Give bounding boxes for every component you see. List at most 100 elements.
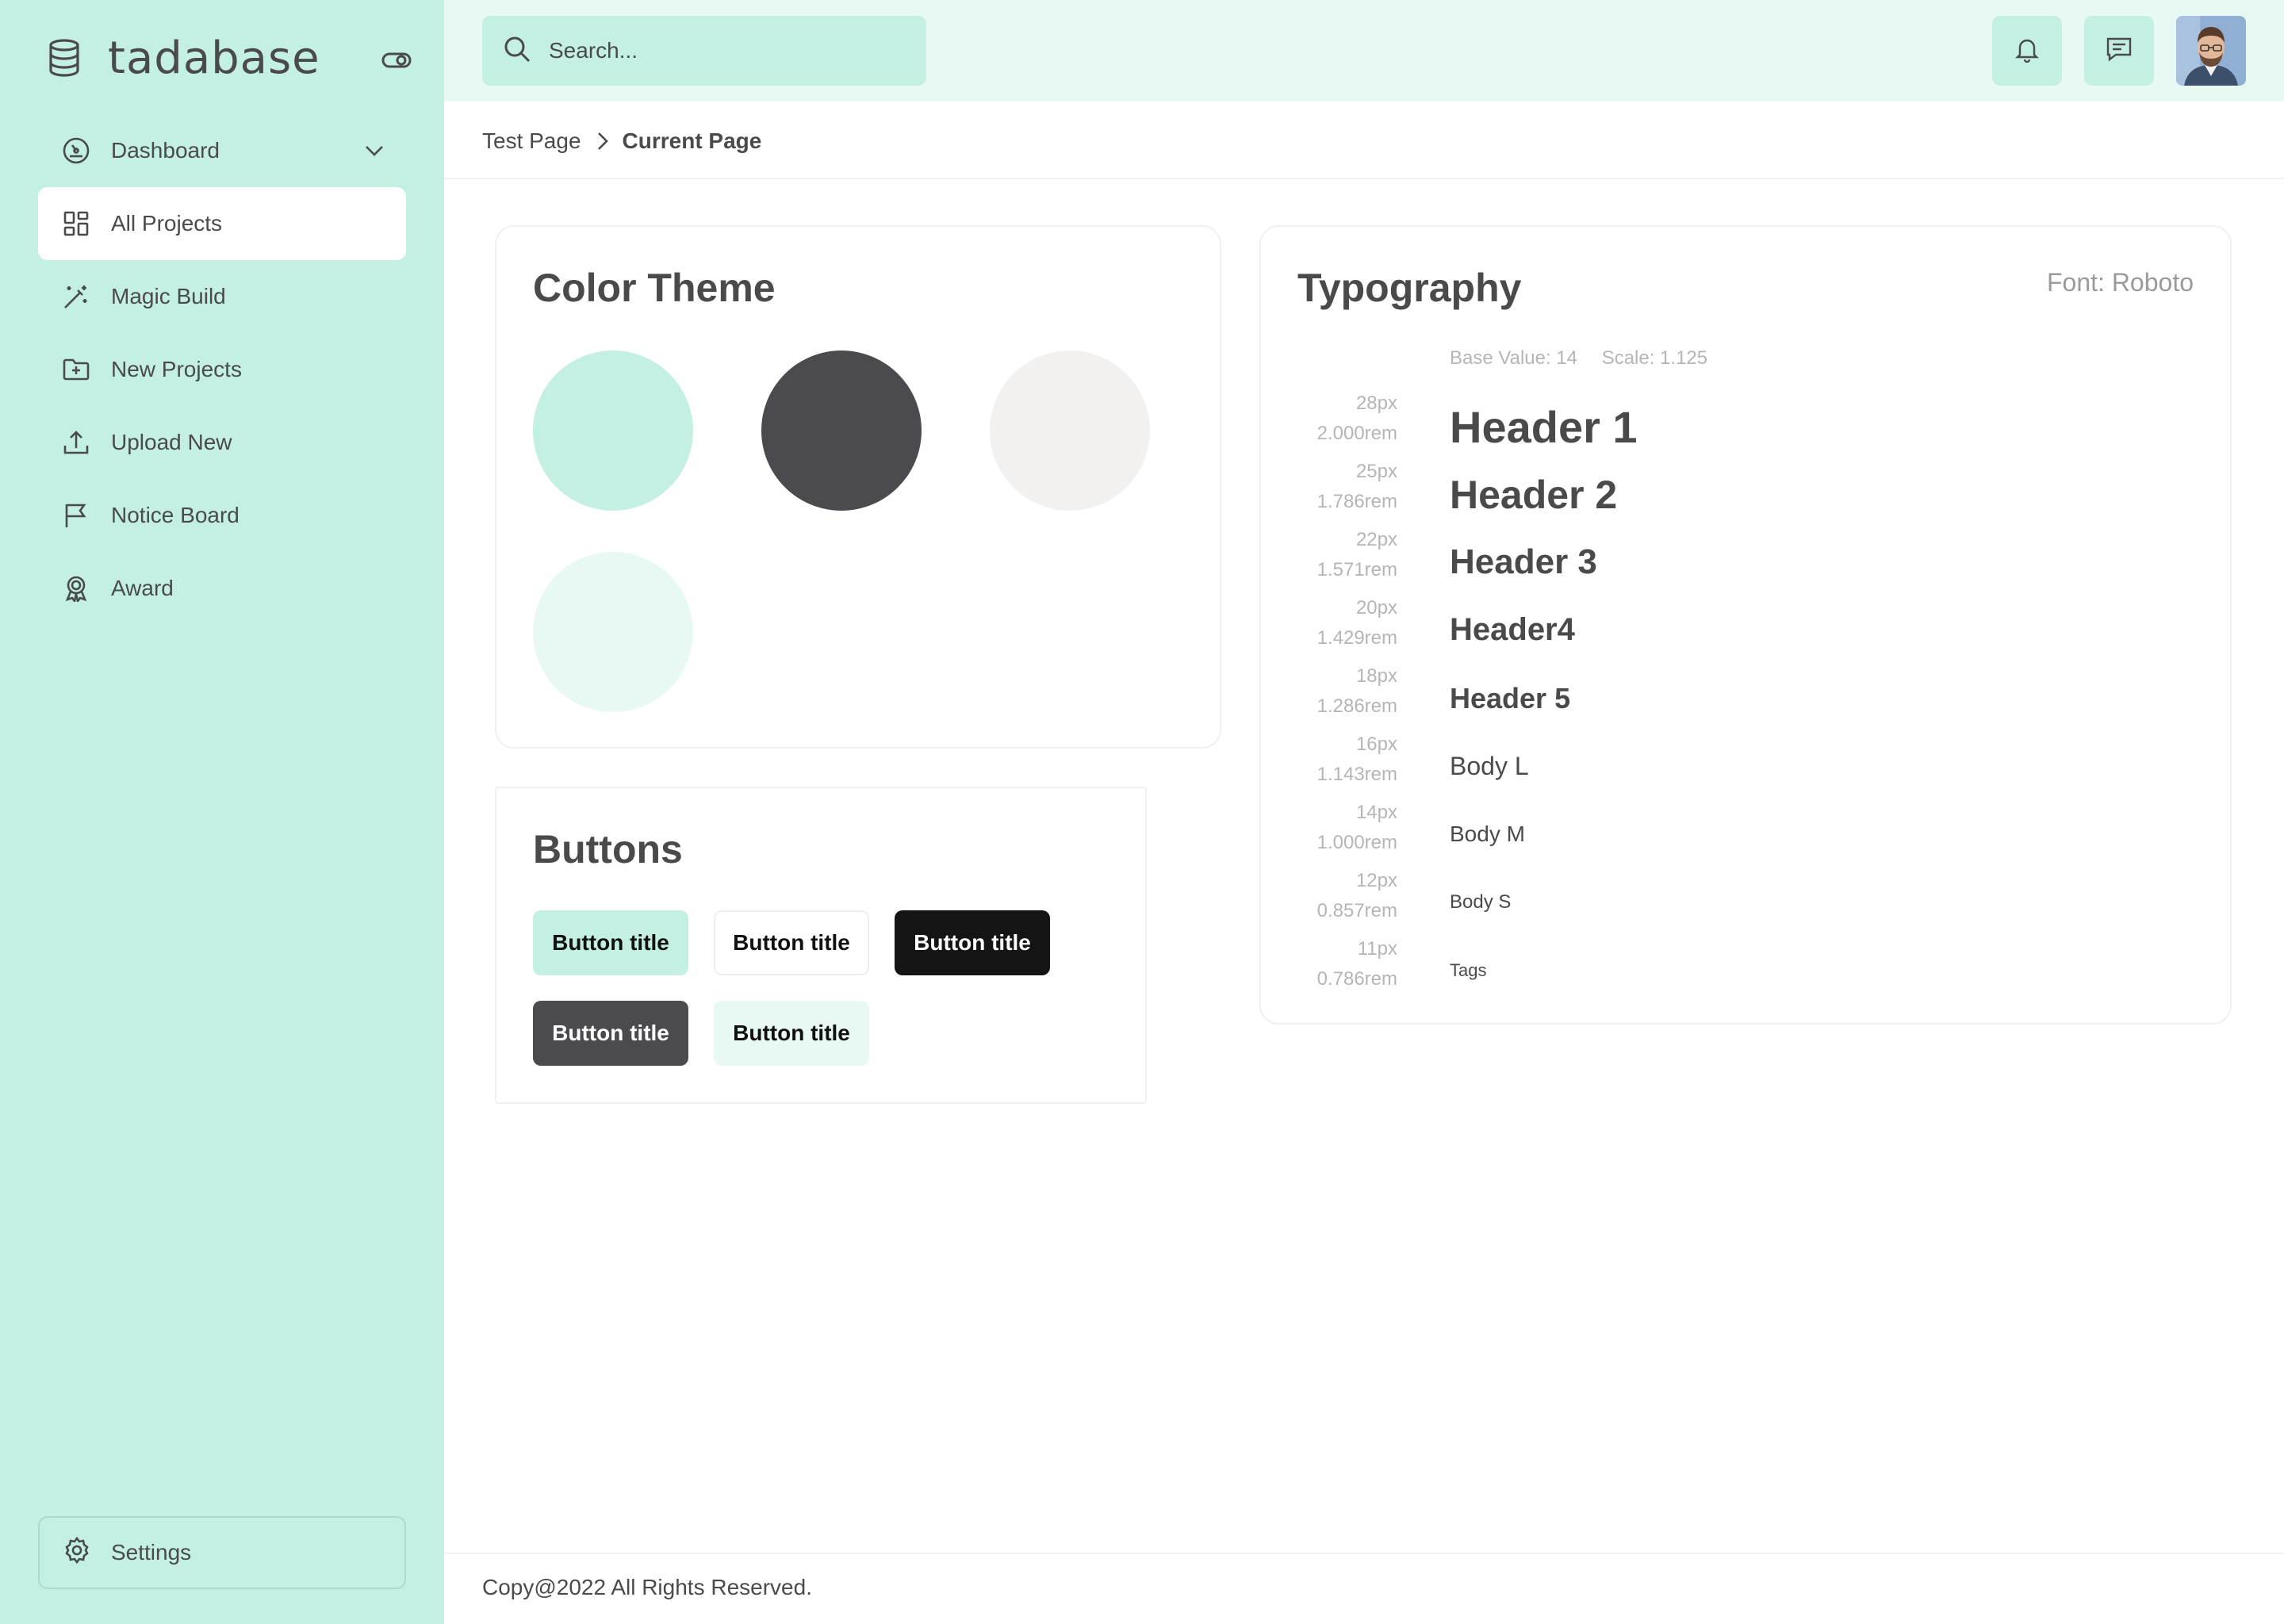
type-size-rem: 1.000rem <box>1316 832 1397 853</box>
button-light[interactable]: Button title <box>714 1001 869 1066</box>
gear-icon <box>63 1536 90 1569</box>
sidebar-item-label: Notice Board <box>111 503 240 527</box>
base-value: Base Value: 14 <box>1450 347 1578 369</box>
type-scale-row: 12px 0.857rem Body S <box>1261 866 2213 934</box>
sidebar-item-new-projects[interactable]: New Projects <box>38 333 406 406</box>
upload-icon <box>62 428 90 457</box>
type-sample: Header 3 <box>1450 542 1597 581</box>
divider <box>444 178 2284 179</box>
button-dark[interactable]: Button title <box>895 910 1050 975</box>
breadcrumb-current: Current Page <box>622 128 762 153</box>
sidebar-item-label: All Projects <box>111 211 223 236</box>
sidebar-item-label: Upload New <box>111 430 232 454</box>
app-name: tadabase <box>108 32 320 84</box>
sidebar-item-label: Award <box>111 576 174 600</box>
button-outline[interactable]: Button title <box>714 910 869 975</box>
type-sample: Header 2 <box>1450 473 1618 517</box>
breadcrumb: Test Page Current Page <box>482 125 761 157</box>
type-size-rem: 1.429rem <box>1316 627 1397 649</box>
type-size-px: 25px <box>1355 461 1397 482</box>
type-size-rem: 1.571rem <box>1316 559 1397 580</box>
type-sample: Body M <box>1450 822 1525 846</box>
type-size-rem: 1.143rem <box>1316 764 1397 785</box>
type-sample: Body L <box>1450 752 1529 780</box>
chat-icon <box>2106 36 2133 67</box>
type-size-px: 18px <box>1355 665 1397 687</box>
magic-wand-icon <box>62 282 90 311</box>
type-size-label: 16px 1.143rem <box>1261 730 1397 790</box>
sidebar-item-all-projects[interactable]: All Projects <box>38 187 406 260</box>
settings-button[interactable]: Settings <box>38 1516 406 1589</box>
notifications-button[interactable] <box>1992 16 2062 86</box>
type-size-px: 28px <box>1355 393 1397 414</box>
type-size-label: 22px 1.571rem <box>1261 525 1397 585</box>
sidebar-item-label: Dashboard <box>111 138 220 163</box>
award-icon <box>62 574 90 603</box>
type-sample: Header 1 <box>1450 402 1638 452</box>
type-size-px: 22px <box>1355 529 1397 550</box>
type-size-px: 20px <box>1355 597 1397 619</box>
type-scale-row: 22px 1.571rem Header 3 <box>1261 525 2213 593</box>
type-sample: Body S <box>1450 891 1512 913</box>
type-size-label: 12px 0.857rem <box>1261 866 1397 926</box>
search-bar[interactable] <box>482 16 926 86</box>
card-title: Buttons <box>533 827 683 871</box>
dashboard-gauge-icon <box>62 136 90 165</box>
sidebar-toggle-icon[interactable] <box>381 44 412 76</box>
folder-plus-icon <box>62 355 90 384</box>
color-theme-card: Color Theme <box>495 225 1221 749</box>
settings-label: Settings <box>111 1540 192 1565</box>
button-primary[interactable]: Button title <box>533 910 688 975</box>
type-size-label: 25px 1.786rem <box>1261 457 1397 517</box>
footer-text: Copy@2022 All Rights Reserved. <box>482 1575 812 1599</box>
buttons-card: Buttons Button title Button title Button… <box>495 787 1147 1104</box>
typography-card: Typography Font: Roboto Base Value: 14 S… <box>1259 225 2232 1025</box>
type-scale-row: 25px 1.786rem Header 2 <box>1261 457 2213 525</box>
button-secondary[interactable]: Button title <box>533 1001 688 1066</box>
color-swatch-2 <box>761 350 922 511</box>
type-size-rem: 0.857rem <box>1316 900 1397 921</box>
type-scale-row: 14px 1.000rem Body M <box>1261 798 2213 866</box>
type-size-px: 14px <box>1355 802 1397 823</box>
type-scale-row: 20px 1.429rem Header4 <box>1261 593 2213 661</box>
type-size-label: 14px 1.000rem <box>1261 798 1397 858</box>
type-size-label: 11px 0.786rem <box>1261 934 1397 994</box>
breadcrumb-parent[interactable]: Test Page <box>482 128 581 154</box>
chevron-down-icon[interactable] <box>362 138 387 163</box>
sidebar-item-dashboard[interactable]: Dashboard <box>38 114 406 187</box>
sidebar-item-upload-new[interactable]: Upload New <box>38 406 406 479</box>
logo[interactable]: tadabase <box>48 30 412 86</box>
database-icon <box>48 38 82 78</box>
type-sample: Tags <box>1450 960 1487 980</box>
type-scale-meta: Base Value: 14 Scale: 1.125 <box>1450 347 1726 370</box>
type-size-label: 18px 1.286rem <box>1261 661 1397 722</box>
search-icon <box>503 35 531 67</box>
bell-icon <box>2014 36 2041 67</box>
sidebar-item-award[interactable]: Award <box>38 552 406 625</box>
messages-button[interactable] <box>2084 16 2154 86</box>
type-size-label: 20px 1.429rem <box>1261 593 1397 653</box>
color-swatch-1 <box>533 350 693 511</box>
color-swatch-3 <box>990 350 1150 511</box>
top-bar <box>444 0 2284 102</box>
card-title: Typography <box>1297 266 1522 310</box>
type-size-rem: 0.786rem <box>1316 968 1397 990</box>
avatar[interactable] <box>2176 16 2246 86</box>
type-sample: Header4 <box>1450 612 1575 647</box>
type-size-rem: 1.786rem <box>1316 491 1397 512</box>
type-scale-row: 11px 0.786rem Tags <box>1261 934 2213 1002</box>
type-size-rem: 1.286rem <box>1316 695 1397 717</box>
card-title: Color Theme <box>533 266 776 310</box>
type-scale-row: 18px 1.286rem Header 5 <box>1261 661 2213 730</box>
sidebar-item-magic-build[interactable]: Magic Build <box>38 260 406 333</box>
type-scale-row: 28px 2.000rem Header 1 <box>1261 389 2213 457</box>
type-size-label: 28px 2.000rem <box>1261 389 1397 449</box>
sidebar: tadabase Dashboard All Projects Magic Bu… <box>0 0 444 1624</box>
search-input[interactable] <box>549 38 898 63</box>
type-sample: Header 5 <box>1450 682 1571 714</box>
font-label: Font: Roboto <box>2047 268 2194 297</box>
type-size-px: 11px <box>1357 938 1397 959</box>
flag-icon <box>62 501 90 530</box>
divider <box>444 1553 2284 1554</box>
sidebar-item-notice-board[interactable]: Notice Board <box>38 479 406 552</box>
